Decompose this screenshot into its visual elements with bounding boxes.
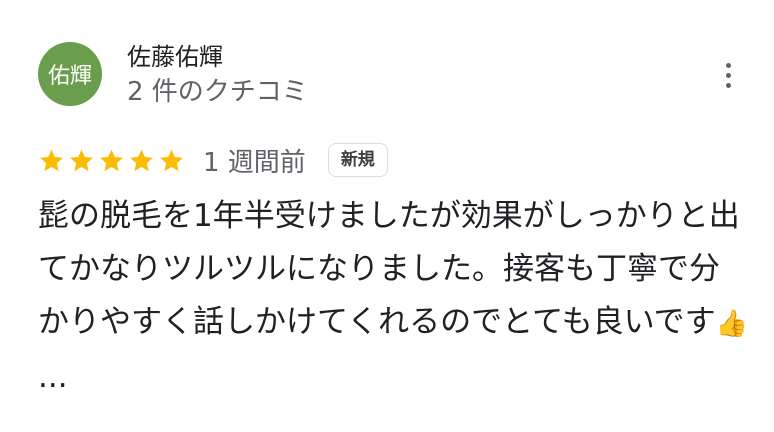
author-name[interactable]: 佐藤佑輝	[127, 42, 223, 72]
more-vert-icon-dot	[725, 72, 731, 78]
review-count[interactable]: 2 件のクチコミ	[127, 76, 308, 108]
star-icon	[160, 149, 183, 171]
star-icon	[130, 149, 153, 171]
thumbs-up-emoji: 👍	[715, 309, 749, 339]
star-icon	[70, 149, 93, 171]
more-vert-icon-dot	[725, 82, 731, 88]
review-card: 佑輝 佐藤佑輝 2 件のクチコミ 1 週間前 新規 髭の脱毛を1年半受けましたが…	[0, 0, 774, 432]
more-vert-icon	[725, 62, 731, 68]
review-more-ellipsis[interactable]: ...	[38, 359, 68, 395]
new-badge: 新規	[327, 143, 388, 177]
star-icon	[100, 149, 123, 171]
star-icon	[40, 149, 63, 171]
review-text: 髭の脱毛を1年半受けましたが効果がしっかりと出てかなりツルツルになりました。接客…	[38, 190, 750, 404]
star-rating	[38, 147, 185, 174]
rating-row: 1 週間前 新規	[38, 140, 388, 180]
avatar[interactable]: 佑輝	[38, 42, 102, 106]
review-date: 1 週間前	[203, 147, 306, 178]
more-options-button[interactable]	[714, 58, 742, 92]
review-body: 髭の脱毛を1年半受けましたが効果がしっかりと出てかなりツルツルになりました。接客…	[38, 198, 740, 340]
